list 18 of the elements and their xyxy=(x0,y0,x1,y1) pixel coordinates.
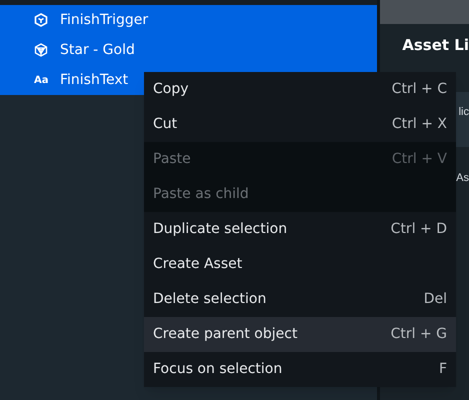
menu-item-label: Paste as child xyxy=(153,185,249,204)
shortcut-label: Ctrl + C xyxy=(392,80,447,99)
menu-item-label: Copy xyxy=(153,80,189,99)
shortcut-label: F xyxy=(438,360,447,379)
menu-item-label: Create parent object xyxy=(153,325,298,344)
shortcut-label: Ctrl + V xyxy=(392,150,447,169)
shortcut-label: Del xyxy=(424,290,447,309)
text-icon: Aa xyxy=(34,72,48,88)
menu-item-label: Paste xyxy=(153,150,191,169)
menu-item-label: Delete selection xyxy=(153,290,266,309)
menu-item-label: Cut xyxy=(153,115,178,134)
menu-item-label: Focus on selection xyxy=(153,360,282,379)
panel-title: Asset Li xyxy=(402,34,469,56)
menu-item-label: Create Asset xyxy=(153,255,242,274)
shortcut-label: Ctrl + D xyxy=(390,220,447,239)
shortcut-label: Ctrl + X xyxy=(392,115,447,134)
menu-item-label: Duplicate selection xyxy=(153,220,288,239)
shortcut-label: Ctrl + G xyxy=(390,325,447,344)
